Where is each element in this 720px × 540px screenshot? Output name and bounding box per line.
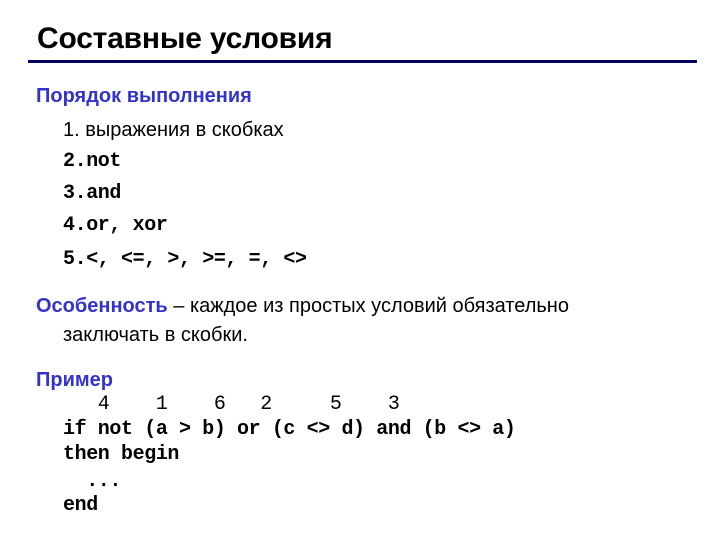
order-item-5: 5.<, <=, >, >=, =, <> [63, 248, 307, 271]
example-heading: Пример [36, 369, 114, 391]
order-item-2: 2.not [63, 150, 122, 173]
title-divider [28, 60, 697, 63]
feature-text-line2: заключать в скобки. [63, 324, 248, 346]
code-line-3: ... [63, 470, 122, 493]
evaluation-order-numbers: 4 1 6 2 5 3 [63, 393, 400, 416]
order-item-3: 3.and [63, 182, 122, 205]
code-line-1: if not (a > b) or (c <> d) and (b <> a) [63, 418, 516, 441]
code-line-4: end [63, 494, 98, 517]
slide-title: Составные условия [37, 22, 333, 55]
feature-heading: Особенность [36, 295, 168, 317]
order-heading: Порядок выполнения [36, 85, 252, 107]
order-item-4: 4.or, xor [63, 214, 168, 237]
code-line-2: then begin [63, 443, 180, 466]
feature-text-line1: – каждое из простых условий обязательно [167, 295, 569, 317]
order-item-1: 1. выражения в скобках [63, 119, 284, 141]
feature-paragraph: Особенность – каждое из простых условий … [36, 292, 696, 350]
